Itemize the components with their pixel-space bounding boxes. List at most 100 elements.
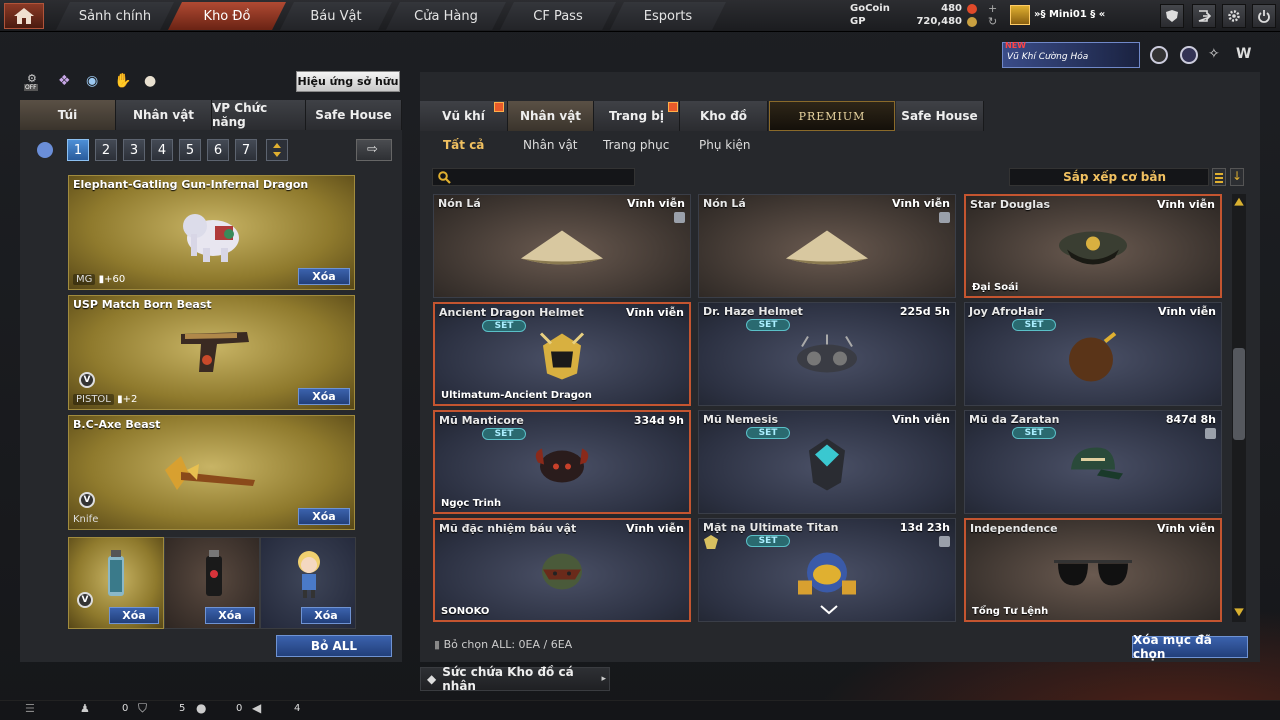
item-card[interactable]: Mũ đặc nhiệm báu vật Vĩnh viễn SONOKO [433,518,691,622]
subtab-accessory[interactable]: Phụ kiện [699,138,751,152]
v-emblem-icon[interactable] [1150,46,1168,64]
globe-icon[interactable] [1180,46,1198,64]
chat-count: 0 [236,703,243,714]
page-number: 1 [73,142,83,158]
deselect-all[interactable]: ▮ Bỏ chọn ALL: 0EA / 6EA [434,638,572,651]
page-button-1[interactable]: 1 [67,139,89,161]
friends-icon[interactable]: ♟ [80,702,90,715]
item-card[interactable]: Nón Lá Vĩnh viễn [433,194,691,298]
tab-storage[interactable]: Kho đồ [680,101,768,131]
gear-icon[interactable] [1222,4,1246,28]
delete-button[interactable]: Xóa [298,388,350,405]
bag-item-card[interactable]: Elephant-Gatling Gun-Infernal Dragon MG … [68,175,355,290]
item-image [792,545,862,604]
remove-all-button[interactable]: Bỏ ALL [276,635,392,657]
nav-tab-esports[interactable]: Esports [610,2,726,30]
owned-effects-button[interactable]: Hiệu ứng sở hữu [296,71,400,92]
scroll-thumb[interactable] [1233,348,1245,440]
upgrade-weapon-banner[interactable]: NEW Vũ Khí Cường Hóa [1002,41,1140,68]
delete-label: Xóa [312,390,336,403]
subtab-character[interactable]: Nhân vật [523,138,578,152]
subtab-all[interactable]: Tất cả [443,138,484,152]
item-card[interactable]: Mũ Nemesis Vĩnh viễn SET [698,410,956,514]
add-currency-icon[interactable]: + [988,2,997,15]
volume-icon[interactable]: ◀ [252,701,261,715]
nav-tab-cf-pass[interactable]: CF Pass [500,2,616,30]
nav-tab-label: Esports [643,8,693,24]
item-card[interactable]: Independence Vĩnh viễn Tổng Tư Lệnh [964,518,1222,622]
delete-button[interactable]: Xóa [109,607,159,624]
exit-icon[interactable] [1192,4,1216,28]
tab-equipment[interactable]: Trang bị [594,101,680,131]
item-image [792,334,862,382]
item-card[interactable]: Joy AfroHair Vĩnh viễn SET [964,302,1222,406]
page-button-5[interactable]: 5 [179,139,201,161]
page-button-4[interactable]: 4 [151,139,173,161]
sort-direction-icon[interactable]: ↓ [1230,168,1244,186]
bag-small-item[interactable]: Xóa [260,537,356,629]
sort-select[interactable]: Sắp xếp cơ bản [1009,168,1209,186]
nav-tab-lobby[interactable]: Sảnh chính [56,2,174,30]
item-card[interactable]: Star Douglas Vĩnh viễn Đại Soái [964,194,1222,298]
storage-capacity-button[interactable]: ◆ Sức chứa Kho đồ cá nhân ▸ [420,665,610,693]
delete-selected-button[interactable]: Xóa mục đã chọn [1132,633,1248,661]
tab-weapons[interactable]: Vũ khí [420,101,508,131]
tab-character[interactable]: Nhân vật [116,100,212,130]
tab-vp-function[interactable]: VP Chức năng [212,100,306,130]
clan-shield-icon[interactable]: ⛉ [138,701,147,716]
page-button-3[interactable]: 3 [123,139,145,161]
refresh-icon[interactable]: ↻ [988,15,997,28]
item-tag: PISTOL ▮+2 [73,394,137,405]
tab-bag[interactable]: Túi [20,100,116,130]
bag-item-card[interactable]: USP Match Born Beast V PISTOL ▮+2 Xóa [68,295,355,410]
delete-label: Xóa [312,270,336,283]
bag-small-item[interactable]: V Xóa [68,537,164,629]
gift-icon[interactable]: ❖ [58,73,71,89]
bag-icon[interactable]: ● [144,73,156,89]
chevron-down-icon[interactable] [819,603,839,617]
page-button-2[interactable]: 2 [95,139,117,161]
rank-badge-icon [1010,5,1030,25]
menu-icon[interactable]: ☰ [25,702,35,715]
tab-character[interactable]: Nhân vật [508,101,594,131]
home-button[interactable] [4,3,44,29]
hand-icon[interactable]: ✋ [114,73,131,89]
tab-safe-house[interactable]: Safe House [896,101,984,131]
page-button-6[interactable]: 6 [207,139,229,161]
spin-icon[interactable]: ◉ [86,73,98,89]
shield-icon[interactable] [1160,4,1184,28]
subtab-outfit[interactable]: Trang phục [603,138,669,152]
tab-premium[interactable]: PREMIUM [769,101,895,131]
item-card[interactable]: Nón Lá Vĩnh viễn [698,194,956,298]
v-badge-icon: V [77,592,93,608]
item-card[interactable]: Mũ Manticore 334d 9h SET Ngọc Trinh [433,410,691,514]
w-logo-icon[interactable]: W [1236,46,1256,64]
bag-item-card[interactable]: B.C-Axe Beast V Knife Xóa [68,415,355,530]
tools-icon[interactable]: ✧ [1208,46,1226,64]
search-input[interactable] [432,168,635,186]
officer-cap-icon [1059,231,1127,265]
item-card[interactable]: Dr. Haze Helmet 225d 5h SET [698,302,956,406]
delete-button[interactable]: Xóa [298,508,350,525]
list-view-icon[interactable] [1212,168,1226,186]
chat-icon[interactable]: ● [196,701,206,715]
titan-mask-icon [798,552,856,595]
nav-tab-inventory[interactable]: Kho Đồ [168,2,286,30]
item-image [1053,224,1133,277]
delete-button[interactable]: Xóa [298,268,350,285]
nav-tab-shop[interactable]: Cửa Hàng [386,2,506,30]
power-icon[interactable] [1252,4,1276,28]
page-button-7[interactable]: 7 [235,139,257,161]
transfer-button[interactable]: ⇨ [356,139,392,161]
item-card[interactable]: Ancient Dragon Helmet Vĩnh viễn SET Ultimat… [433,302,691,406]
delete-button[interactable]: Xóa [301,607,351,624]
item-card[interactable]: Mũ da Zaratan 847d 8h SET [964,410,1222,514]
delete-button[interactable]: Xóa [205,607,255,624]
effect-toggle-icon[interactable]: OFF ⚙ [24,72,44,92]
nav-tab-treasure[interactable]: Báu Vật [280,2,392,30]
bag-small-item[interactable]: Xóa [164,537,260,629]
page-stepper[interactable] [266,139,288,161]
tab-safe-house[interactable]: Safe House [306,100,402,130]
item-card[interactable]: Mặt nạ Ultimate Titan 13d 23h SET [698,518,956,622]
username: »§ Mini01 § « [1034,9,1106,20]
